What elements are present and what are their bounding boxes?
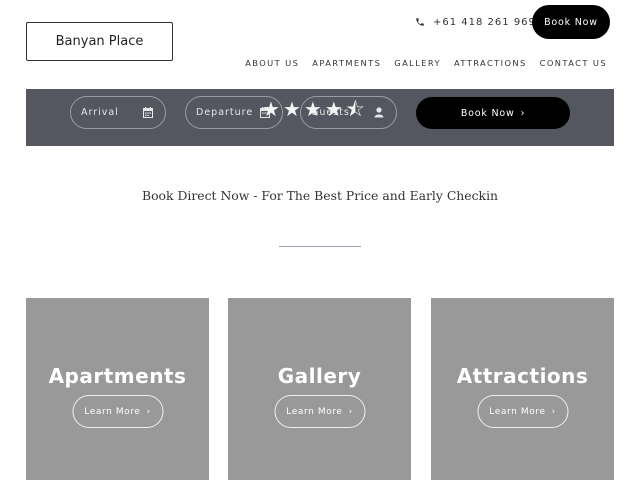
learn-more-button[interactable]: Learn More › bbox=[72, 395, 163, 428]
nav-attractions[interactable]: ATTRACTIONS bbox=[454, 58, 527, 70]
card-title: Attractions bbox=[456, 364, 589, 388]
card-gallery[interactable]: Gallery Learn More › bbox=[228, 298, 411, 480]
nav-about-us[interactable]: ABOUT US bbox=[245, 58, 299, 70]
arrival-date-field[interactable]: Arrival bbox=[70, 96, 166, 129]
card-title: Gallery bbox=[277, 364, 362, 388]
booking-book-now-button[interactable]: Book Now › bbox=[416, 97, 570, 129]
learn-more-label: Learn More bbox=[489, 406, 546, 417]
arrival-placeholder: Arrival bbox=[81, 107, 119, 118]
booking-bar: Arrival Departure Guests ★ ★ ★ ★ ⯪ Book … bbox=[26, 89, 614, 146]
chevron-right-icon: › bbox=[146, 406, 151, 417]
guests-placeholder: Guests bbox=[311, 107, 350, 118]
learn-more-label: Learn More bbox=[84, 406, 141, 417]
card-apartments[interactable]: Apartments Learn More › bbox=[26, 298, 209, 480]
chevron-right-icon: › bbox=[348, 406, 353, 417]
tagline: Book Direct Now - For The Best Price and… bbox=[141, 188, 499, 203]
calendar-icon bbox=[143, 107, 153, 118]
divider bbox=[279, 246, 361, 247]
chevron-right-icon: › bbox=[551, 406, 556, 417]
nav-contact-us[interactable]: CONTACT US bbox=[540, 58, 607, 70]
header-book-now-label: Book Now bbox=[544, 16, 598, 28]
guests-field[interactable]: Guests bbox=[300, 96, 397, 129]
main-nav: ABOUT US APARTMENTS GALLERY ATTRACTIONS … bbox=[245, 58, 607, 70]
learn-more-label: Learn More bbox=[286, 406, 343, 417]
header-book-now-button[interactable]: Book Now bbox=[532, 5, 610, 39]
nav-apartments[interactable]: APARTMENTS bbox=[312, 58, 381, 70]
learn-more-button[interactable]: Learn More › bbox=[274, 395, 365, 428]
phone-link[interactable]: +61 418 261 969 bbox=[415, 15, 536, 29]
departure-placeholder: Departure bbox=[196, 107, 254, 118]
nav-gallery[interactable]: GALLERY bbox=[394, 58, 441, 70]
card-title: Apartments bbox=[48, 364, 187, 388]
phone-number: +61 418 261 969 bbox=[433, 16, 536, 28]
logo-text: Banyan Place bbox=[55, 34, 144, 49]
logo[interactable]: Banyan Place bbox=[26, 22, 173, 61]
departure-date-field[interactable]: Departure bbox=[185, 96, 283, 129]
calendar-icon bbox=[260, 107, 270, 118]
card-attractions[interactable]: Attractions Learn More › bbox=[431, 298, 614, 480]
learn-more-button[interactable]: Learn More › bbox=[477, 395, 568, 428]
star-icon: ★ bbox=[282, 97, 301, 121]
chevron-right-icon: › bbox=[520, 107, 526, 119]
booking-book-now-label: Book Now bbox=[460, 107, 515, 119]
user-icon bbox=[374, 107, 384, 118]
phone-icon bbox=[416, 18, 424, 26]
